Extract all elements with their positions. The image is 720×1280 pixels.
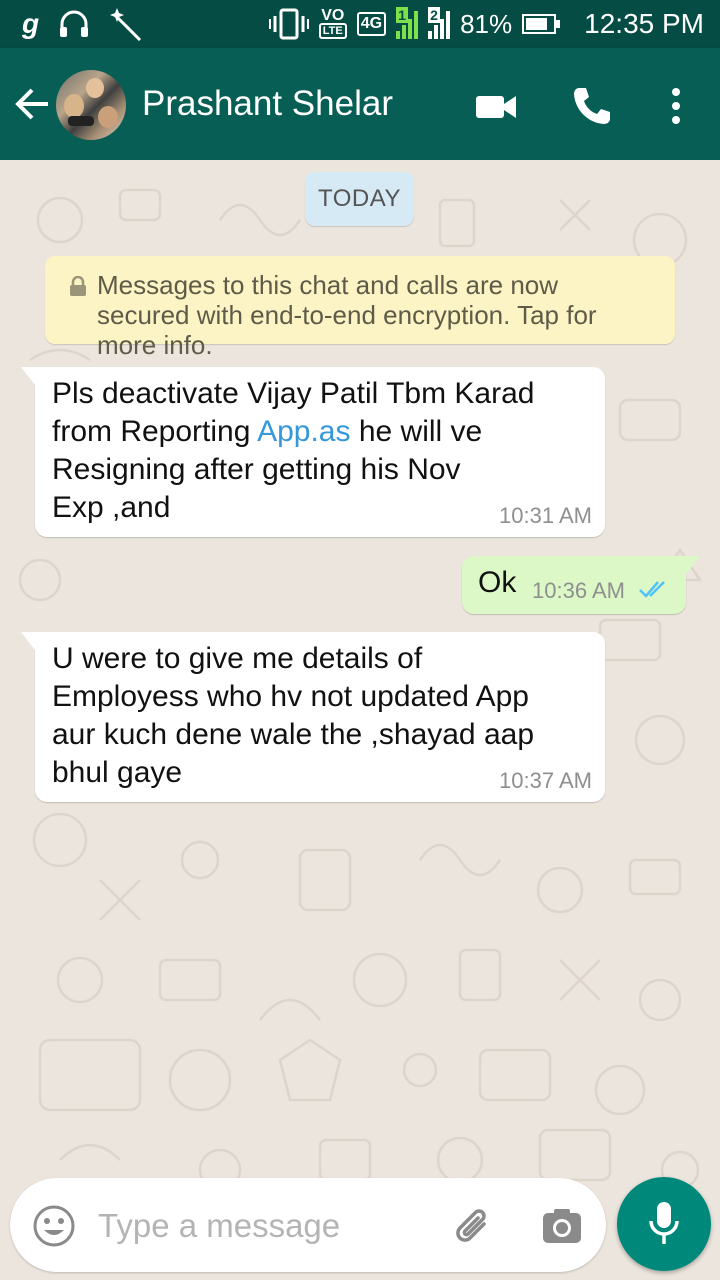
message-text: Ok [478,566,517,599]
status-bar: g VO LTE 4G 1 2 81% 12:35 PM [0,0,720,48]
message-bubble-outgoing[interactable]: Ok 10:36 AM [462,556,700,614]
message-line-part: from Reporting [52,415,258,448]
message-composer [10,1178,606,1272]
volte-label: VO [321,7,345,24]
mic-button[interactable] [617,1177,711,1271]
message-bubble-incoming[interactable]: Pls deactivate Vijay Patil Tbm Karad fro… [21,367,605,537]
message-bubble-incoming[interactable]: U were to give me details of Employess w… [21,632,605,802]
battery-icon [522,14,561,34]
signal-icon: 1 [396,7,419,39]
volte-indicator: VO LTE [318,7,347,39]
sim1-label: 1 [396,7,408,23]
message-line: U were to give me details of [52,642,423,675]
battery-percent: 81% [460,9,513,39]
battery-fill [526,18,548,30]
sim2-label: 2 [428,7,440,23]
back-arrow-icon[interactable] [14,86,50,122]
date-chip: TODAY [305,172,414,226]
status-time: 12:35 PM [584,8,704,39]
mic-icon [649,1202,679,1244]
avatar[interactable] [56,70,126,140]
g-icon: g [22,8,40,39]
camera-icon[interactable] [540,1204,584,1248]
message-link[interactable]: App.as [257,415,350,448]
read-receipt-icon [639,581,665,598]
signal-icon: 2 [428,7,451,39]
message-input[interactable] [96,1198,430,1254]
message-line: Pls deactivate Vijay Patil Tbm Karad [52,377,535,410]
message-line: from Reporting App.as he will ve [52,413,592,451]
message-time: 10:31 AM [499,503,592,528]
chat-area[interactable]: TODAY Messages to this chat and calls ar… [0,160,720,1280]
magic-wand-icon [110,8,142,41]
video-call-icon[interactable] [474,84,518,128]
more-options-icon[interactable] [654,84,698,128]
message-line: Resigning after getting his Nov [52,453,461,486]
contact-name[interactable]: Prashant Shelar [142,82,393,126]
headset-icon [60,10,89,37]
bubble-tail [21,367,35,385]
message-time: 10:37 AM [499,768,592,793]
attachment-icon[interactable] [450,1202,498,1250]
emoji-icon[interactable] [32,1204,76,1248]
message-line-part: he will ve [350,415,483,448]
vibrate-icon [268,8,309,40]
bubble-tail [21,632,35,650]
message-line: Employess who hv not updated App [52,680,529,713]
lte-label: LTE [318,23,347,39]
phone-icon[interactable] [570,84,614,128]
bubble-tail [686,556,700,574]
encryption-notice[interactable]: Messages to this chat and calls are now … [45,256,675,360]
network-type-label: 4G [356,12,387,36]
message-line: aur kuch dene wale the ,shayad aap [52,718,535,751]
chat-header: Prashant Shelar [0,48,720,160]
message-time: 10:36 AM [532,578,625,603]
lock-icon [70,276,86,296]
